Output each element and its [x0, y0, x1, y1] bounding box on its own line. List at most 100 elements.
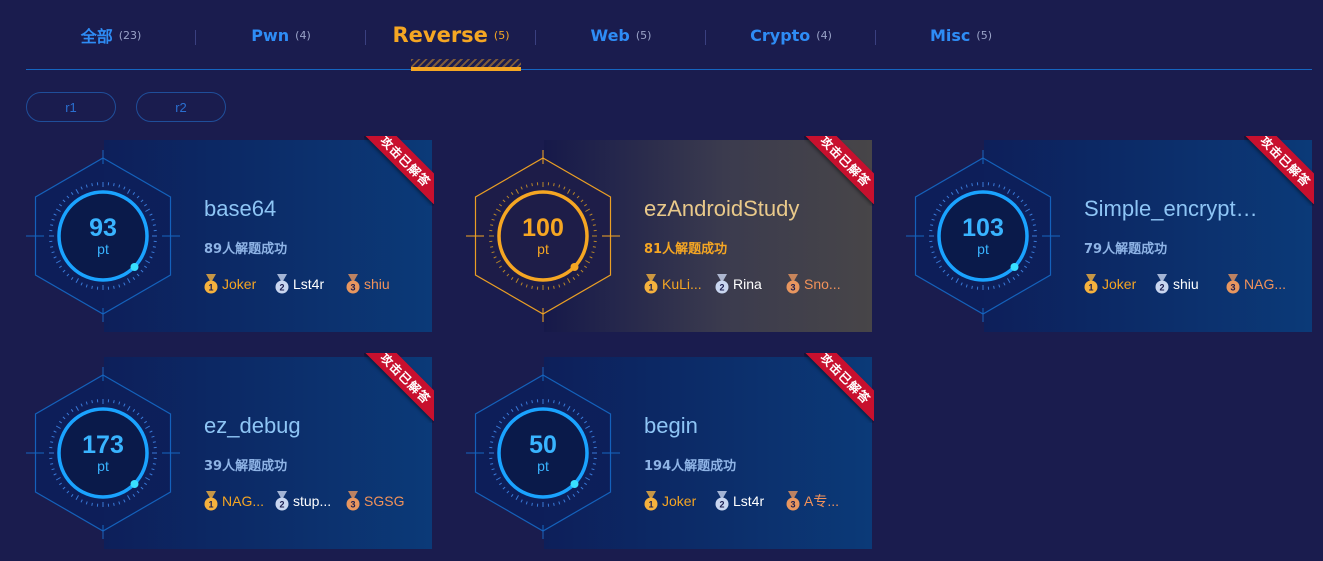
tab-label: Pwn: [251, 25, 290, 45]
bronze-medal-icon: 3: [1226, 274, 1240, 294]
ribbon-text: 攻击已解答: [364, 136, 434, 205]
tab-pwn[interactable]: Pwn (4): [196, 0, 366, 70]
ribbon-text: 攻击已解答: [804, 353, 874, 422]
solved-count: 39人解题成功: [204, 459, 288, 474]
svg-text:1: 1: [648, 283, 653, 293]
solved-count: 79人解题成功: [1084, 242, 1168, 257]
svg-text:3: 3: [790, 500, 795, 510]
ribbon-text: 攻击已解答: [804, 136, 874, 205]
score-unit: pt: [97, 241, 109, 257]
solver-name: SGSG: [364, 493, 405, 509]
score-value: 173: [82, 431, 124, 459]
tab-misc[interactable]: Misc (5): [876, 0, 1046, 70]
challenge-card[interactable]: 93 pt base64 89人解题成功 1 Joker 2 Lst4r 3 shiu…: [26, 136, 434, 332]
svg-text:1: 1: [648, 500, 653, 510]
filter-r1-button[interactable]: r1: [26, 92, 116, 122]
category-tabs: 全部 (23) Pwn (4) Reverse (5) Web (5) Cryp…: [26, 0, 1312, 71]
tab-reverse[interactable]: Reverse (5): [366, 0, 536, 71]
svg-text:2: 2: [719, 283, 724, 293]
tab-count: (5): [635, 28, 652, 42]
solved-ribbon: 攻击已解答: [364, 353, 434, 423]
top-solvers: 1 NAG... 2 stup... 3 SGSG: [202, 491, 415, 511]
tab-count: (5): [493, 28, 510, 42]
svg-text:3: 3: [350, 500, 355, 510]
solver-third: 3 A专...: [784, 491, 855, 511]
challenge-card[interactable]: 100 pt ezAndroidStudy 81人解题成功 1 KuLi... 2…: [466, 136, 874, 332]
solver-name: stup...: [293, 493, 332, 509]
solver-name: Lst4r: [733, 493, 765, 509]
bronze-medal-icon: 3: [786, 274, 800, 294]
solved-count: 194人解题成功: [644, 459, 737, 474]
svg-text:2: 2: [279, 283, 284, 293]
tab-label: Web: [590, 25, 630, 45]
solver-name: Sno...: [804, 276, 841, 292]
tab-label: Reverse: [392, 23, 488, 47]
solver-name: shiu: [1173, 276, 1199, 292]
solver-second: 2 Lst4r: [713, 491, 784, 511]
tab-label: Crypto: [750, 25, 811, 45]
gold-medal-icon: 1: [204, 491, 218, 511]
gold-medal-icon: 1: [644, 491, 658, 511]
solver-name: Joker: [662, 493, 697, 509]
ribbon-text: 攻击已解答: [1244, 136, 1314, 205]
tab-web[interactable]: Web (5): [536, 0, 706, 70]
score-display: 173 pt: [59, 431, 147, 473]
tab-count: (5): [976, 28, 992, 42]
solved-ribbon: 攻击已解答: [1244, 136, 1314, 206]
svg-text:2: 2: [719, 500, 724, 510]
top-solvers: 1 Joker 2 Lst4r 3 shiu: [202, 274, 415, 294]
score-unit: pt: [977, 241, 989, 257]
solver-name: Lst4r: [293, 276, 325, 292]
solver-third: 3 SGSG: [344, 491, 415, 511]
bronze-medal-icon: 3: [346, 274, 360, 294]
gold-medal-icon: 1: [1084, 274, 1098, 294]
top-solvers: 1 Joker 2 Lst4r 3 A专...: [642, 491, 855, 511]
bronze-medal-icon: 3: [786, 491, 800, 511]
top-solvers: 1 KuLi... 2 Rina 3 Sno...: [642, 274, 855, 294]
challenge-card[interactable]: 50 pt begin 194人解题成功 1 Joker 2 Lst4r 3 A专..…: [466, 353, 874, 549]
solver-first: 1 Joker: [202, 274, 273, 294]
solver-name: A专...: [804, 493, 840, 509]
solver-name: Joker: [1102, 276, 1137, 292]
svg-text:1: 1: [208, 500, 213, 510]
svg-text:3: 3: [1230, 283, 1235, 293]
solver-second: 2 stup...: [273, 491, 344, 511]
tab-count: (4): [295, 28, 311, 42]
silver-medal-icon: 2: [1155, 274, 1169, 294]
silver-medal-icon: 2: [715, 491, 729, 511]
score-unit: pt: [537, 458, 549, 474]
challenge-card[interactable]: 103 pt Simple_encrypt… 79人解题成功 1 Joker 2s…: [906, 136, 1314, 332]
score-display: 93 pt: [59, 214, 147, 256]
score-value: 50: [529, 431, 557, 459]
tab-count: (23): [118, 28, 142, 42]
score-display: 50 pt: [499, 431, 587, 473]
gold-medal-icon: 1: [204, 274, 218, 294]
silver-medal-icon: 2: [275, 491, 289, 511]
solver-second: 2 Rina: [713, 274, 784, 294]
solved-count: 81人解题成功: [644, 242, 728, 257]
svg-text:2: 2: [279, 500, 284, 510]
silver-medal-icon: 2: [715, 274, 729, 294]
solved-count: 89人解题成功: [204, 242, 288, 257]
silver-medal-icon: 2: [275, 274, 289, 294]
tab-crypto[interactable]: Crypto (4): [706, 0, 876, 70]
tab-all[interactable]: 全部 (23): [26, 0, 196, 70]
solver-first: 1 KuLi...: [642, 274, 713, 294]
solver-first: 1 NAG...: [202, 491, 273, 511]
solver-name: NAG...: [1244, 276, 1287, 292]
solver-name: Joker: [222, 276, 257, 292]
solver-first: 1 Joker: [1082, 274, 1153, 294]
tab-count: (4): [816, 28, 832, 42]
svg-text:1: 1: [208, 283, 213, 293]
tab-label: Misc: [929, 25, 971, 45]
solved-ribbon: 攻击已解答: [804, 353, 874, 423]
score-unit: pt: [97, 458, 109, 474]
score-display: 103 pt: [939, 214, 1027, 256]
score-value: 103: [962, 214, 1004, 242]
score-display: 100 pt: [499, 214, 587, 256]
solved-ribbon: 攻击已解答: [364, 136, 434, 206]
solver-third: 3 NAG...: [1224, 274, 1295, 294]
challenge-card[interactable]: 173 pt ez_debug 39人解题成功 1 NAG... 2 stup...…: [26, 353, 434, 549]
filter-r2-button[interactable]: r2: [136, 92, 226, 122]
solved-ribbon: 攻击已解答: [804, 136, 874, 206]
